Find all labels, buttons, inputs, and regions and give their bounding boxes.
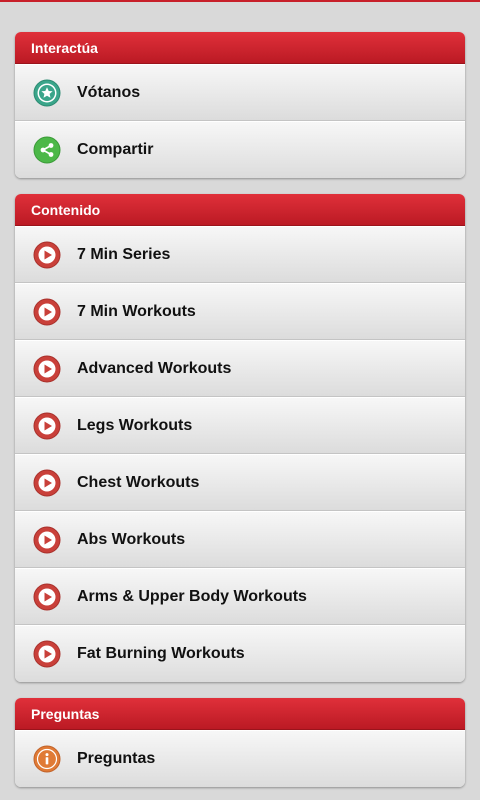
- list-item-label: Vótanos: [77, 84, 141, 101]
- play-icon: [33, 355, 61, 383]
- section-header-contenido: Contenido: [15, 194, 465, 226]
- list-item-label: Compartir: [77, 141, 154, 158]
- play-icon: [33, 583, 61, 611]
- play-icon: [33, 526, 61, 554]
- list-item-label: Advanced Workouts: [77, 360, 232, 377]
- list-item-legs-workouts[interactable]: Legs Workouts: [15, 397, 465, 454]
- section-header-preguntas: Preguntas: [15, 698, 465, 730]
- play-icon: [33, 469, 61, 497]
- list-item-compartir[interactable]: Compartir: [15, 121, 465, 178]
- list-item-abs-workouts[interactable]: Abs Workouts: [15, 511, 465, 568]
- list-item-arms-upper-body-workouts[interactable]: Arms & Upper Body Workouts: [15, 568, 465, 625]
- play-icon: [33, 412, 61, 440]
- list-item-label: Arms & Upper Body Workouts: [77, 588, 307, 605]
- list-item-label: 7 Min Workouts: [77, 303, 196, 320]
- play-icon: [33, 298, 61, 326]
- play-icon: [33, 640, 61, 668]
- list-item-chest-workouts[interactable]: Chest Workouts: [15, 454, 465, 511]
- top-accent-line: [0, 0, 480, 2]
- list-item-label: Abs Workouts: [77, 531, 186, 548]
- play-icon: [33, 241, 61, 269]
- list-item-label: Fat Burning Workouts: [77, 645, 245, 662]
- list-item-label: 7 Min Series: [77, 246, 171, 263]
- info-icon: [33, 745, 61, 773]
- list-item-advanced-workouts[interactable]: Advanced Workouts: [15, 340, 465, 397]
- list-item-label: Preguntas: [77, 750, 156, 767]
- section-preguntas: Preguntas Preguntas: [15, 698, 465, 787]
- list-item-votanos[interactable]: Vótanos: [15, 64, 465, 121]
- list-item-preguntas[interactable]: Preguntas: [15, 730, 465, 787]
- section-interactua: Interactúa Vótanos Compartir: [15, 32, 465, 178]
- list-item-label: Chest Workouts: [77, 474, 200, 491]
- list-item-7-min-series[interactable]: 7 Min Series: [15, 226, 465, 283]
- list-item-7-min-workouts[interactable]: 7 Min Workouts: [15, 283, 465, 340]
- share-icon: [33, 136, 61, 164]
- star-badge-icon: [33, 79, 61, 107]
- section-contenido: Contenido 7 Min Series 7 Min Workouts Ad…: [15, 194, 465, 682]
- list-item-label: Legs Workouts: [77, 417, 193, 434]
- section-header-interactua: Interactúa: [15, 32, 465, 64]
- list-item-fat-burning-workouts[interactable]: Fat Burning Workouts: [15, 625, 465, 682]
